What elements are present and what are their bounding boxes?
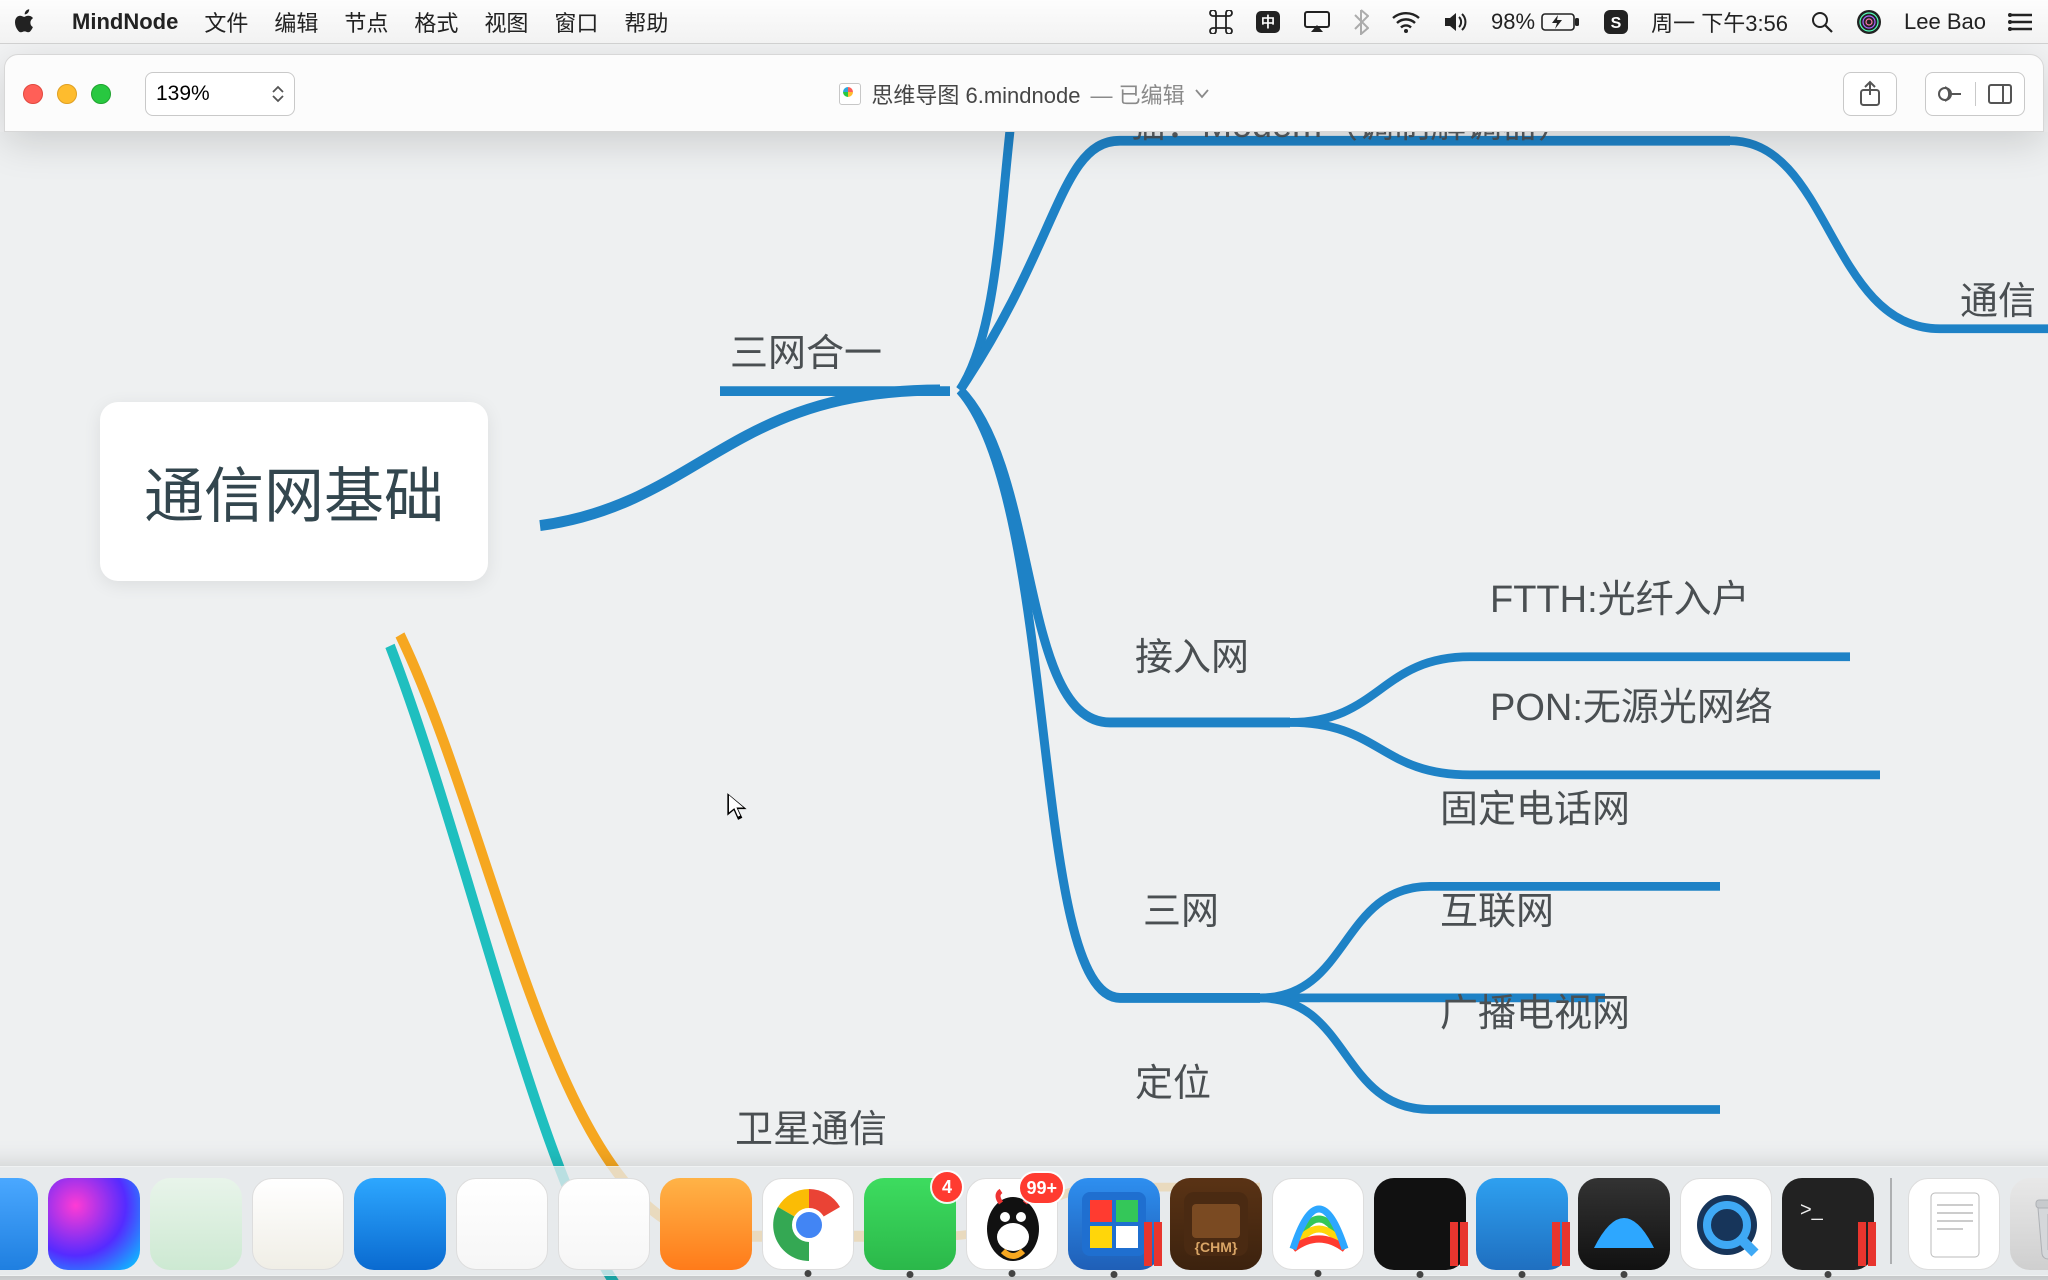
node-gudingdianhua[interactable]: 固定电话网 xyxy=(1440,778,1630,833)
dock-app-terminal-alt[interactable]: >_ xyxy=(1782,1178,1874,1270)
user-label[interactable]: Lee Bao xyxy=(1904,9,1986,35)
mouse-cursor-icon xyxy=(726,792,748,822)
dock-app-mindnode[interactable] xyxy=(1272,1178,1364,1270)
volume-icon[interactable] xyxy=(1443,11,1469,33)
node-right-partial[interactable]: 通信 xyxy=(1960,270,2036,325)
dock-app-numbers[interactable] xyxy=(456,1178,548,1270)
node-sanwangheyi[interactable]: 三网合一 xyxy=(730,322,882,377)
dock-app-parallels[interactable] xyxy=(1068,1178,1160,1270)
dock-app-process-tool[interactable] xyxy=(1476,1178,1568,1270)
inspector-panel-button[interactable] xyxy=(1976,83,2025,105)
menu-view[interactable]: 视图 xyxy=(484,6,528,38)
node-weixingtongxin[interactable]: 卫星通信 xyxy=(735,1098,887,1153)
svg-text:中: 中 xyxy=(1261,14,1275,30)
node-sanwang[interactable]: 三网 xyxy=(1143,880,1219,935)
macos-dock: 4 99+ {CHM} >_ xyxy=(0,1166,2048,1276)
window-minimize-button[interactable] xyxy=(57,84,77,104)
zoom-stepper-icon xyxy=(272,85,284,103)
node-guangbodianshi[interactable]: 广播电视网 xyxy=(1440,982,1630,1037)
node-pon[interactable]: PON:无源光网络 xyxy=(1490,676,1773,731)
dock-app-paintbrush[interactable] xyxy=(660,1178,752,1270)
svg-text:>_: >_ xyxy=(1800,1199,1824,1221)
document-window-titlebar: 139% 思维导图 6.mindnode — 已编辑 xyxy=(4,54,2044,132)
window-title: 思维导图 6.mindnode — 已编辑 xyxy=(5,78,2043,110)
apple-menu-icon[interactable] xyxy=(14,9,38,35)
mindmap-root-node[interactable]: 通信网基础 xyxy=(100,402,488,581)
dock-app-pages[interactable] xyxy=(558,1178,650,1270)
sogou-icon[interactable]: S xyxy=(1603,9,1629,35)
input-method-icon[interactable]: 中 xyxy=(1255,9,1281,35)
node-hulianwang[interactable]: 互联网 xyxy=(1440,880,1554,935)
wechat-badge: 4 xyxy=(932,1172,962,1202)
dock-app-keynote[interactable] xyxy=(354,1178,446,1270)
dock-app-chrome[interactable] xyxy=(762,1178,854,1270)
window-fullscreen-button[interactable] xyxy=(91,84,111,104)
menu-window[interactable]: 窗口 xyxy=(554,6,598,38)
dock-app-wechat[interactable]: 4 xyxy=(864,1178,956,1270)
notification-center-icon[interactable] xyxy=(2008,12,2034,32)
window-traffic-lights xyxy=(23,84,111,104)
dock-app-shark-tool[interactable] xyxy=(1578,1178,1670,1270)
document-title-label[interactable]: 思维导图 6.mindnode xyxy=(871,78,1080,110)
keyboard-shortcuts-icon[interactable] xyxy=(1209,10,1233,34)
dock-app-terminal[interactable] xyxy=(1374,1178,1466,1270)
dock-divider xyxy=(1890,1178,1892,1264)
root-label: 通信网基础 xyxy=(144,463,444,530)
svg-text:{CHM}: {CHM} xyxy=(1195,1239,1238,1255)
airplay-icon[interactable] xyxy=(1303,10,1331,34)
panel-toggle-buttons xyxy=(1925,72,2025,116)
bluetooth-icon[interactable] xyxy=(1353,9,1369,35)
edited-label: 已编辑 xyxy=(1119,83,1185,108)
dock-app-notes[interactable] xyxy=(252,1178,344,1270)
clock-label[interactable]: 周一 下午3:56 xyxy=(1651,6,1788,38)
node-modem-partial[interactable]: 猫：Modem（调制解调器） xyxy=(1130,132,1574,148)
menu-format[interactable]: 格式 xyxy=(414,6,458,38)
node-ftth[interactable]: FTTH:光纤入户 xyxy=(1490,568,1750,623)
dock-app-qq[interactable]: 99+ xyxy=(966,1178,1058,1270)
siri-icon[interactable] xyxy=(1856,9,1882,35)
qq-badge: 99+ xyxy=(1020,1173,1063,1203)
svg-text:S: S xyxy=(1611,15,1622,32)
spotlight-icon[interactable] xyxy=(1810,10,1834,34)
wifi-icon[interactable] xyxy=(1391,11,1421,33)
outline-panel-button[interactable] xyxy=(1926,82,1976,106)
dock-app-siri[interactable] xyxy=(48,1178,140,1270)
dock-app-finder[interactable] xyxy=(0,1178,38,1270)
document-icon xyxy=(839,83,861,105)
macos-menubar: MindNode 文件 编辑 节点 格式 视图 窗口 帮助 中 98% xyxy=(0,0,2048,44)
dock-trash[interactable] xyxy=(2010,1178,2048,1270)
menu-edit[interactable]: 编辑 xyxy=(274,6,318,38)
zoom-value: 139% xyxy=(156,82,210,106)
app-name[interactable]: MindNode xyxy=(72,9,178,35)
share-button[interactable] xyxy=(1843,72,1897,116)
node-dingwei[interactable]: 定位 xyxy=(1135,1052,1211,1107)
menu-node[interactable]: 节点 xyxy=(344,6,388,38)
chevron-down-icon[interactable] xyxy=(1195,89,1209,99)
zoom-level-select[interactable]: 139% xyxy=(145,72,295,116)
mindmap-canvas[interactable]: 通信网基础 三网合一 猫：Modem（调制解调器） 通信 接入网 FTTH:光纤… xyxy=(0,132,2048,1280)
menu-file[interactable]: 文件 xyxy=(204,6,248,38)
battery-percent-label: 98% xyxy=(1491,9,1535,35)
dock-app-maps[interactable] xyxy=(150,1178,242,1270)
dock-app-chm-reader[interactable]: {CHM} xyxy=(1170,1178,1262,1270)
menu-help[interactable]: 帮助 xyxy=(624,6,668,38)
dock-app-quicktime[interactable] xyxy=(1680,1178,1772,1270)
battery-status[interactable]: 98% xyxy=(1491,9,1581,35)
window-close-button[interactable] xyxy=(23,84,43,104)
node-jieruwang[interactable]: 接入网 xyxy=(1135,626,1249,681)
dock-app-textedit[interactable] xyxy=(1908,1178,2000,1270)
